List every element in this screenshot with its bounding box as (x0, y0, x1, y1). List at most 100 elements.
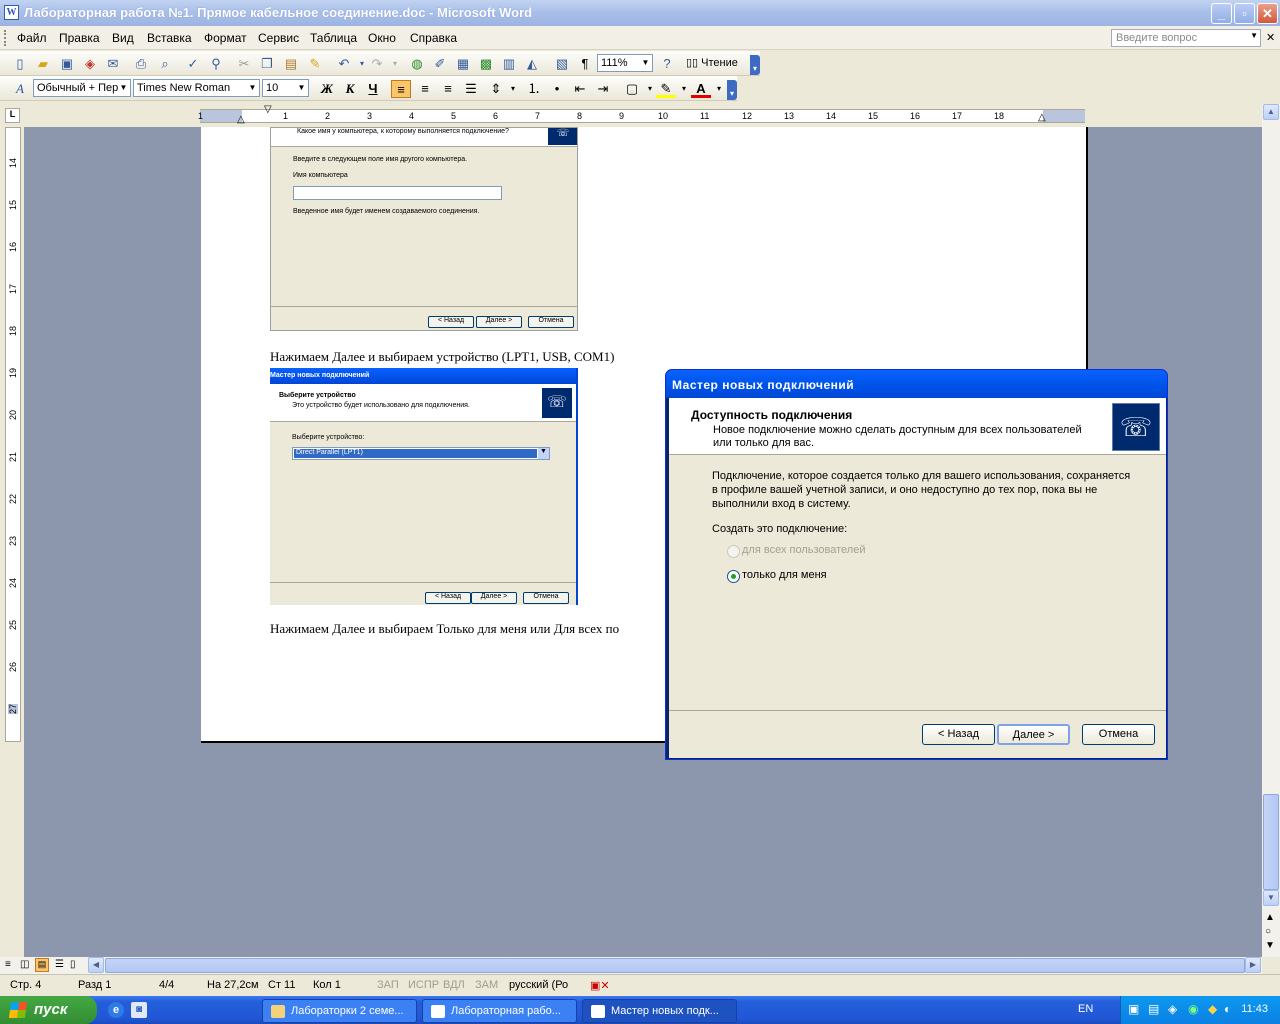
previous-page-icon[interactable]: ▲ (1265, 912, 1275, 923)
scroll-right-icon[interactable]: ▶ (1245, 957, 1261, 973)
close-button[interactable]: ✕ (1257, 3, 1278, 24)
hyperlink-icon[interactable]: ◍ (407, 55, 427, 73)
borders-icon[interactable]: ▢ (622, 80, 642, 98)
scroll-up-icon[interactable]: ▲ (1263, 104, 1279, 120)
horizontal-scrollbar[interactable]: ≡ ◫ ▤ ☰ ▯ ◀ ▶ (0, 957, 1262, 974)
left-indent-marker-icon[interactable]: △ (237, 114, 245, 125)
insert-excel-icon[interactable]: ▩ (476, 55, 496, 73)
italic-button[interactable]: К (340, 80, 360, 98)
next-page-icon[interactable]: ▼ (1265, 940, 1275, 951)
radio-all-users[interactable] (727, 545, 740, 558)
radio-only-me[interactable] (727, 570, 740, 583)
show-hide-icon[interactable]: ¶ (575, 55, 595, 73)
vertical-scrollbar[interactable]: ▲ ▼ ▲ ○ ▼ (1262, 104, 1280, 957)
print-icon[interactable]: ⎙ (131, 55, 151, 73)
toolbar-options-icon[interactable]: ▾ (727, 80, 737, 100)
paragraph-choose-users[interactable]: Нажимаем Далее и выбираем Только для мен… (270, 621, 619, 637)
taskbar-item-folder[interactable]: Лабораторки 2 семе... (262, 999, 417, 1023)
menu-format[interactable]: Формат (204, 31, 247, 45)
numbering-icon[interactable]: ⒈ (524, 80, 544, 98)
network-tray-icon[interactable]: ▣ (1128, 1002, 1139, 1016)
scrollbar-thumb[interactable] (1263, 794, 1279, 890)
decrease-indent-icon[interactable]: ⇤ (570, 80, 590, 98)
menu-edit[interactable]: Правка (59, 31, 100, 45)
clock[interactable]: 11:43 (1241, 1003, 1268, 1015)
help-icon[interactable]: ? (657, 55, 677, 73)
right-indent-marker-icon[interactable]: △ (1038, 112, 1046, 123)
chevron-down-icon[interactable]: ▼ (118, 81, 129, 95)
research-icon[interactable]: ⚲ (206, 55, 226, 73)
columns-icon[interactable]: ▥ (499, 55, 519, 73)
line-spacing-dropdown-icon[interactable]: ▾ (503, 80, 523, 98)
web-view-icon[interactable]: ◫ (20, 959, 29, 970)
next-button[interactable]: Далее > (997, 724, 1070, 745)
language-indicator[interactable]: EN (1078, 1003, 1093, 1015)
print-layout-icon[interactable]: ▤ (35, 958, 49, 972)
redo-icon[interactable]: ↷ (367, 55, 387, 73)
style-select[interactable]: Обычный + Пер ▼ (33, 79, 131, 97)
undo-icon[interactable]: ↶ (334, 55, 354, 73)
increase-indent-icon[interactable]: ⇥ (593, 80, 613, 98)
status-record[interactable]: ЗАП (377, 979, 399, 991)
paragraph-select-device[interactable]: Нажимаем Далее и выбираем устройство (LP… (270, 349, 614, 365)
paste-icon[interactable]: ▤ (281, 55, 301, 73)
menu-tools[interactable]: Сервис (258, 31, 299, 45)
align-right-button[interactable]: ≡ (438, 80, 458, 98)
option-only-me-label[interactable]: только для меня (742, 569, 827, 581)
horizontal-ruler[interactable]: L 1 1 2 3 4 5 6 7 8 9 10 11 12 13 14 15 … (0, 104, 1280, 127)
menu-file[interactable]: Файл (17, 31, 47, 45)
security-tray-icon[interactable]: ◈ (1168, 1002, 1177, 1016)
menu-view[interactable]: Вид (112, 31, 134, 45)
format-painter-icon[interactable]: ✎ (305, 55, 325, 73)
menu-help[interactable]: Справка (410, 31, 457, 45)
status-language[interactable]: русский (Ро (509, 979, 568, 991)
browse-object-icon[interactable]: ○ (1265, 926, 1271, 937)
font-size-select[interactable]: 10 ▼ (262, 79, 309, 97)
redo-dropdown-icon[interactable]: ▾ (385, 55, 405, 73)
status-overtype[interactable]: ЗАМ (475, 979, 498, 991)
save-icon[interactable]: ▣ (57, 55, 77, 73)
minimize-button[interactable]: _ (1211, 3, 1232, 24)
back-button[interactable]: < Назад (922, 724, 995, 745)
bold-button[interactable]: Ж (317, 80, 337, 98)
taskbar-item-word[interactable]: Лабораторная рабо... (422, 999, 577, 1023)
cut-icon[interactable]: ✂ (234, 55, 254, 73)
chevron-down-icon[interactable]: ▼ (296, 81, 307, 95)
hscroll-thumb[interactable] (105, 958, 1245, 973)
open-folder-icon[interactable]: ▰ (33, 55, 53, 73)
volume-tray-icon[interactable]: ◐ (1224, 1002, 1231, 1016)
antivirus-tray-icon[interactable]: ◉ (1188, 1002, 1198, 1016)
toolbar-options-icon[interactable]: ▾ (750, 55, 760, 75)
outlook-quicklaunch-icon[interactable]: ◙ (131, 1002, 147, 1018)
copy-icon[interactable]: ❐ (257, 55, 277, 73)
maximize-button[interactable]: ▫ (1234, 3, 1255, 24)
chevron-down-icon[interactable]: ▼ (1250, 31, 1258, 40)
menu-table[interactable]: Таблица (310, 31, 357, 45)
scroll-down-icon[interactable]: ▼ (1263, 890, 1279, 906)
normal-view-icon[interactable]: ≡ (5, 959, 11, 970)
menu-window[interactable]: Окно (368, 31, 396, 45)
display-tray-icon[interactable]: ▤ (1148, 1002, 1159, 1016)
menu-insert[interactable]: Вставка (147, 31, 192, 45)
menu-grip[interactable] (4, 30, 8, 46)
outline-view-icon[interactable]: ☰ (55, 959, 64, 970)
new-document-icon[interactable]: ▯ (10, 55, 30, 73)
drawing-icon[interactable]: ◭ (522, 55, 542, 73)
word-app-icon[interactable]: W (4, 5, 19, 20)
reading-mode-button[interactable]: ▯▯ Чтение (686, 56, 738, 69)
document-map-icon[interactable]: ▧ (552, 55, 572, 73)
cancel-button[interactable]: Отмена (1082, 724, 1155, 745)
chevron-down-icon[interactable]: ▼ (640, 56, 651, 70)
print-preview-icon[interactable]: ⌕ (155, 55, 175, 73)
styles-pane-icon[interactable]: A (10, 80, 30, 98)
font-color-icon[interactable]: A (691, 80, 711, 98)
reading-view-icon[interactable]: ▯ (70, 959, 76, 970)
insert-table-icon[interactable]: ▦ (453, 55, 473, 73)
align-center-button[interactable]: ≡ (415, 80, 435, 98)
email-icon[interactable]: ✉ (103, 55, 123, 73)
align-left-button[interactable]: ≡ (391, 80, 411, 98)
option-all-users-label[interactable]: для всех пользователей (742, 544, 865, 556)
wizard-title[interactable]: Мастер новых подключений (666, 370, 1167, 398)
first-line-indent-marker-icon[interactable]: ▽ (264, 104, 272, 115)
bullets-icon[interactable]: • (547, 80, 567, 98)
